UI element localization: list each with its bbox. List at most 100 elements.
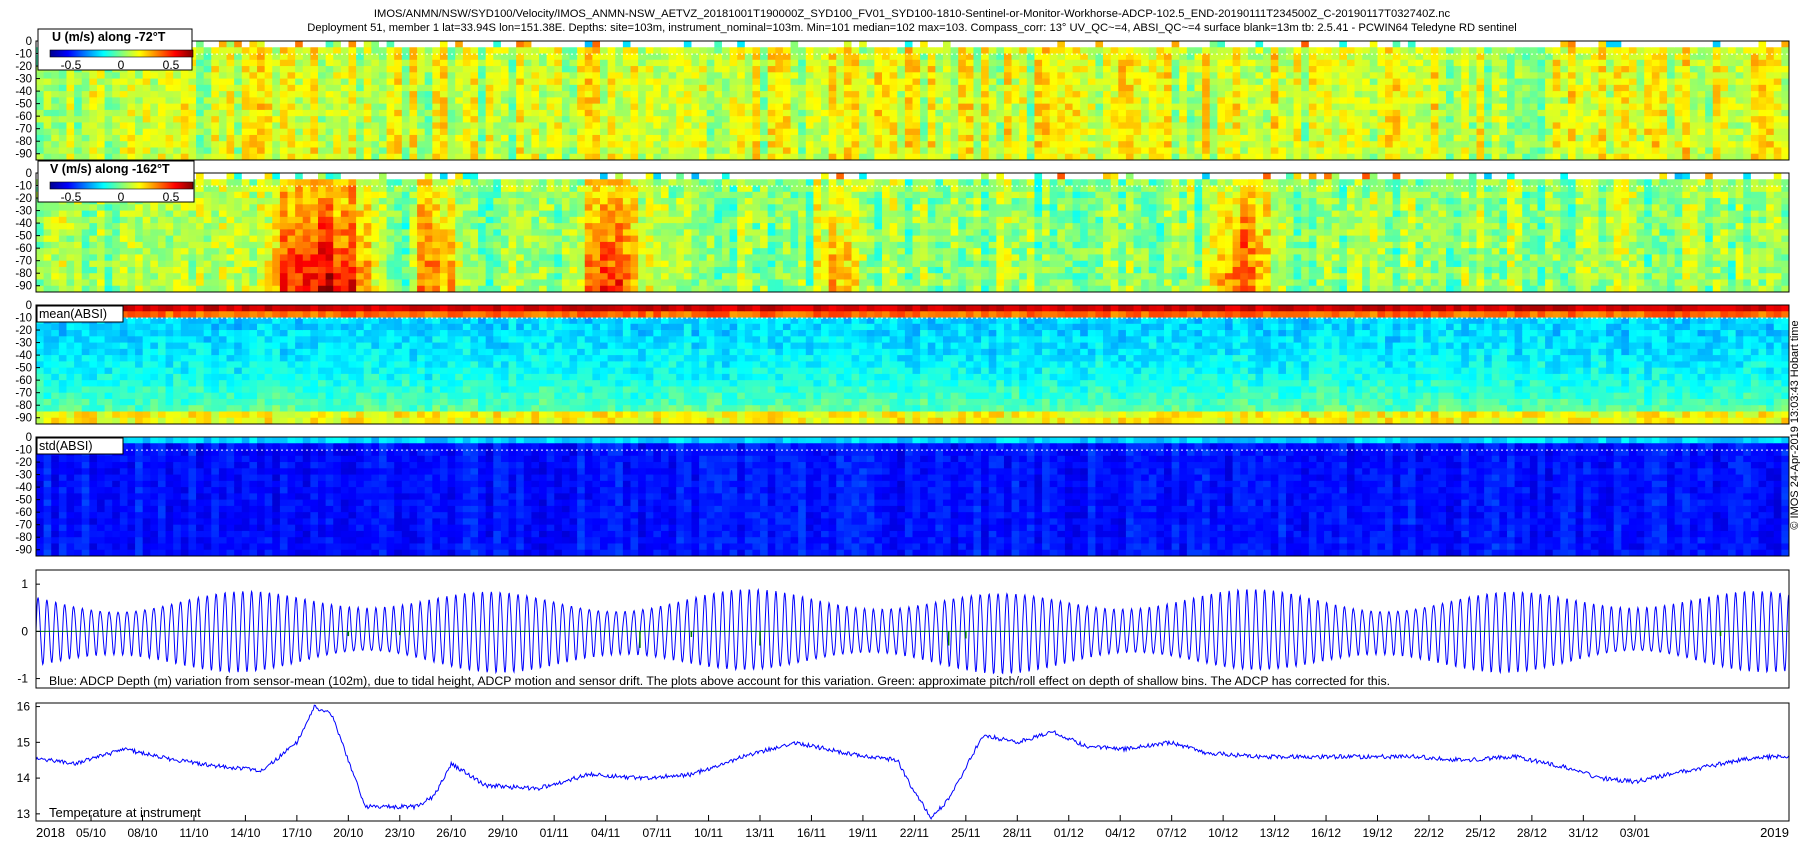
heatmap-cell xyxy=(417,84,426,92)
heatmap-cell xyxy=(180,103,190,111)
heatmap-cell xyxy=(942,97,952,105)
heatmap-cell xyxy=(638,122,647,130)
heatmap-cell xyxy=(165,260,174,268)
heatmap-cell xyxy=(927,78,936,86)
heatmap-cell xyxy=(234,78,243,86)
heatmap-cell xyxy=(1217,59,1226,67)
heatmap-cell xyxy=(516,141,525,149)
heatmap-cell xyxy=(157,91,167,98)
heatmap-cell xyxy=(843,134,853,142)
heatmap-cell xyxy=(1125,147,1135,155)
heatmap-cell xyxy=(1621,128,1630,136)
heatmap-cell xyxy=(737,84,746,92)
heatmap-cell xyxy=(424,128,433,136)
heatmap-cell xyxy=(1423,134,1432,142)
heatmap-cell xyxy=(1636,78,1645,86)
heatmap-cell xyxy=(996,109,1005,117)
heatmap-cell xyxy=(104,260,113,268)
heatmap-cell xyxy=(1156,103,1165,111)
heatmap-cell xyxy=(676,72,685,80)
heatmap-cell xyxy=(600,116,609,124)
heatmap-cell xyxy=(1125,141,1135,149)
heatmap-cell xyxy=(561,97,571,105)
heatmap-cell xyxy=(927,91,936,98)
heatmap-cell xyxy=(74,216,83,224)
heatmap-cell xyxy=(455,141,464,149)
heatmap-cell xyxy=(1103,109,1112,117)
heatmap-cell xyxy=(1583,47,1592,55)
heatmap-cell xyxy=(775,66,784,73)
heatmap-cell xyxy=(302,47,311,55)
heatmap-cell xyxy=(516,84,525,92)
heatmap-cell xyxy=(348,41,357,48)
heatmap-cell xyxy=(1773,134,1782,142)
heatmap-cell xyxy=(1758,147,1767,155)
heatmap-cell xyxy=(1484,141,1493,149)
heatmap-cell xyxy=(1522,122,1531,130)
heatmap-cell xyxy=(104,241,113,249)
heatmap-cell xyxy=(706,41,715,48)
heatmap-cell xyxy=(340,122,350,130)
heatmap-cell xyxy=(66,210,75,218)
heatmap-cell xyxy=(74,97,83,105)
heatmap-cell xyxy=(211,216,220,224)
heatmap-cell xyxy=(965,141,975,149)
heatmap-cell xyxy=(318,78,327,86)
heatmap-cell xyxy=(157,103,167,111)
heatmap-cell xyxy=(104,78,113,86)
heatmap-cell xyxy=(1171,141,1180,149)
heatmap-cell xyxy=(43,235,52,243)
heatmap-cell xyxy=(805,103,815,111)
heatmap-cell xyxy=(554,59,563,67)
heatmap-cell xyxy=(1224,122,1234,130)
heatmap-cell xyxy=(1103,41,1112,48)
heatmap-cell xyxy=(1194,134,1203,142)
heatmap-cell xyxy=(638,47,647,55)
heatmap-cell xyxy=(196,173,205,180)
heatmap-cell xyxy=(348,97,357,105)
heatmap-cell xyxy=(645,91,654,98)
heatmap-cell xyxy=(1728,47,1737,55)
heatmap-cell xyxy=(1537,84,1546,92)
heatmap-cell xyxy=(531,141,540,149)
heatmap-cell xyxy=(378,103,388,111)
heatmap-cell xyxy=(851,128,860,136)
heatmap-cell xyxy=(1316,91,1325,98)
heatmap-cell xyxy=(1019,91,1028,98)
heatmap-cell xyxy=(394,97,403,105)
heatmap-cell xyxy=(539,147,548,155)
heatmap-cell xyxy=(1453,59,1462,67)
heatmap-cell xyxy=(417,116,426,124)
heatmap-cell xyxy=(127,248,136,256)
heatmap-cell xyxy=(714,109,723,117)
heatmap-cell xyxy=(455,59,464,67)
heatmap-cell xyxy=(660,147,670,155)
heatmap-cell xyxy=(500,116,510,124)
heatmap-cell xyxy=(1758,84,1767,92)
heatmap-cell xyxy=(241,248,251,256)
heatmap-cell xyxy=(74,248,83,256)
heatmap-cell xyxy=(196,235,205,243)
heatmap-cell xyxy=(462,41,472,48)
heatmap-cell xyxy=(1659,122,1668,130)
heatmap-cell xyxy=(196,204,205,212)
heatmap-cell xyxy=(58,134,68,142)
heatmap-cell xyxy=(127,78,136,86)
heatmap-cell xyxy=(1644,91,1653,98)
heatmap-cell xyxy=(1522,66,1531,73)
heatmap-cell xyxy=(1468,97,1478,105)
heatmap-cell xyxy=(36,273,45,281)
heatmap-cell xyxy=(744,47,754,55)
heatmap-cell xyxy=(394,41,403,48)
heatmap-cell xyxy=(66,128,75,136)
heatmap-cell xyxy=(196,47,205,55)
heatmap-cell xyxy=(302,41,311,48)
heatmap-cell xyxy=(66,279,75,287)
heatmap-cell xyxy=(142,216,151,224)
heatmap-cell xyxy=(1583,97,1592,105)
heatmap-cell xyxy=(1407,141,1417,149)
heatmap-cell xyxy=(523,116,533,124)
heatmap-cell xyxy=(378,141,388,149)
heatmap-cell xyxy=(234,273,243,281)
heatmap-cell xyxy=(1217,109,1226,117)
